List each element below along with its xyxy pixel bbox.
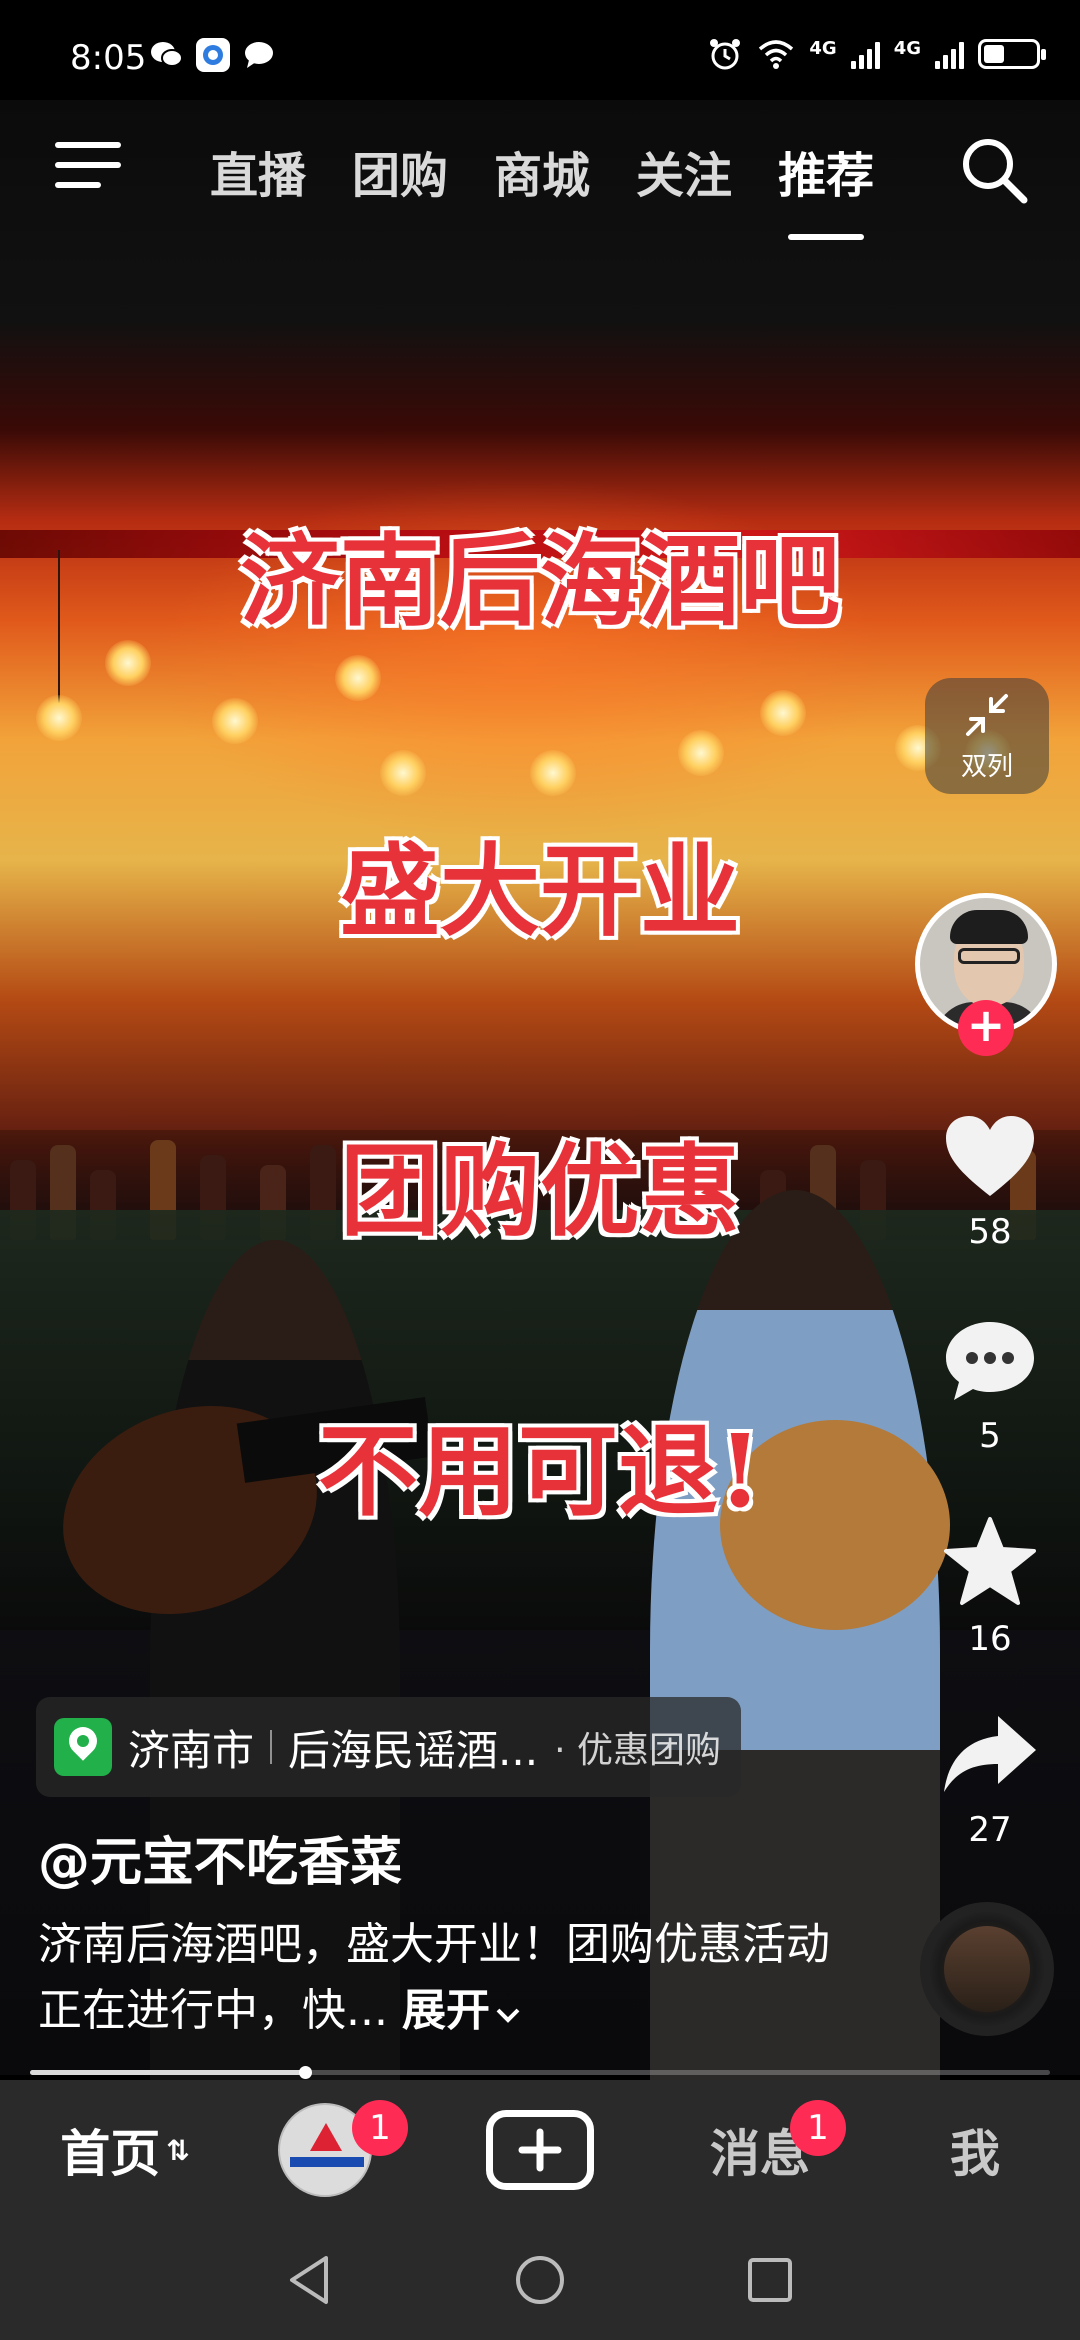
network-type-2: 4G [893,37,921,59]
tab-home-label: 首页 [60,2125,161,2183]
recents-button[interactable] [740,2250,800,2310]
tab-mall[interactable]: 商城 [494,136,590,206]
status-time: 8:05 [70,38,147,78]
tab-friends[interactable]: 1 [270,2080,408,2220]
expand-button[interactable]: 展开 [402,1985,522,2036]
tab-me-label: 我 [950,2125,1000,2183]
wechat-icon [150,38,184,72]
top-nav: 直播 团购 商城 关注 推荐 [0,100,1080,240]
poi-name: 后海民谣酒... [288,1725,539,1775]
light-bulb [36,695,82,741]
menu-icon[interactable] [55,142,121,196]
light-bulb [760,690,806,736]
friends-badge: 1 [352,2100,408,2156]
system-nav-bar [0,2220,1080,2340]
location-chip[interactable]: 济南市 后海民谣酒... · 优惠团购 [36,1697,741,1797]
recents-square-icon [748,2258,792,2302]
tab-me[interactable]: 我 [920,2080,1030,2220]
tab-live[interactable]: 直播 [210,136,306,206]
tab-group-buy[interactable]: 团购 [352,136,448,206]
comment-button[interactable]: 5 [930,1318,1050,1456]
music-disc[interactable] [920,1902,1054,2036]
bottom-tab-bar: 首页 ⇅ 1 消息 1 我 [0,2080,1080,2220]
light-bulb [380,750,426,796]
dual-column-button[interactable]: 双列 [925,678,1049,794]
light-bulb [530,750,576,796]
poi-city: 济南市 [128,1725,255,1775]
overlay-group-deal: 团购优惠 [340,1132,740,1250]
message-bubble-icon [242,38,276,72]
tab-recommend[interactable]: 推荐 [778,136,874,240]
back-triangle-icon [290,2256,328,2304]
signal-icon-1 [850,39,880,69]
app-notification-icon [196,38,230,72]
heart-icon [946,1116,1034,1196]
nav-tabs: 直播 团购 商城 关注 推荐 [210,136,874,240]
tab-home[interactable]: 首页 ⇅ [40,2080,210,2220]
battery-icon [978,39,1046,69]
search-icon[interactable] [958,134,1030,206]
home-button[interactable] [510,2250,570,2310]
overlay-refund: 不用可退! [318,1412,762,1530]
post-description: 济南后海酒吧，盛大开业！团购优惠活动正在进行中，快... 展开 [38,1912,838,2044]
favorite-count: 16 [968,1619,1012,1659]
light-bulb [105,640,151,686]
wifi-icon [759,40,794,69]
star-icon [944,1517,1036,1605]
author-name[interactable]: @元宝不吃香菜 [38,1820,402,1895]
refresh-arrows-icon: ⇅ [166,2133,190,2167]
status-right-icons: 4G 4G [707,36,1046,72]
overlay-title: 济南后海酒吧 [240,522,840,640]
light-bulb [678,730,724,776]
light-bulb [212,698,258,744]
signal-icon-2 [935,39,964,69]
share-count: 27 [968,1810,1012,1850]
status-bar: 8:05 4G 4G [0,0,1080,100]
overlay-grand-opening: 盛大开业 [340,832,740,950]
light-bulb [335,655,381,701]
dual-column-label: 双列 [960,751,1013,782]
tab-following[interactable]: 关注 [636,136,732,206]
comment-icon [946,1322,1034,1400]
poi-tag: · 优惠团购 [554,1730,721,1771]
location-pin-icon [54,1718,112,1776]
chevron-down-icon [496,2008,520,2023]
like-count: 58 [968,1212,1012,1252]
comment-count: 5 [979,1416,1001,1456]
share-icon [944,1716,1036,1792]
notification-icons [150,38,276,72]
battery-level [984,45,1004,63]
plus-icon [518,2128,562,2172]
poi-divider [270,1730,273,1764]
alarm-icon [710,39,741,70]
back-button[interactable] [280,2250,340,2310]
favorite-button[interactable]: 16 [930,1515,1050,1659]
music-cover [944,1926,1030,2012]
collapse-icon [966,693,1008,736]
messages-badge: 1 [790,2100,846,2156]
follow-button[interactable]: + [958,1000,1014,1056]
progress-fill [30,2070,306,2075]
home-circle-icon [516,2256,564,2304]
tab-messages[interactable]: 消息 1 [690,2080,846,2220]
video-progress-bar[interactable] [30,2066,1050,2079]
create-button[interactable] [484,2080,596,2220]
share-button[interactable]: 27 [930,1712,1050,1850]
network-type-1: 4G [809,37,837,59]
like-button[interactable]: 58 [930,1112,1050,1252]
